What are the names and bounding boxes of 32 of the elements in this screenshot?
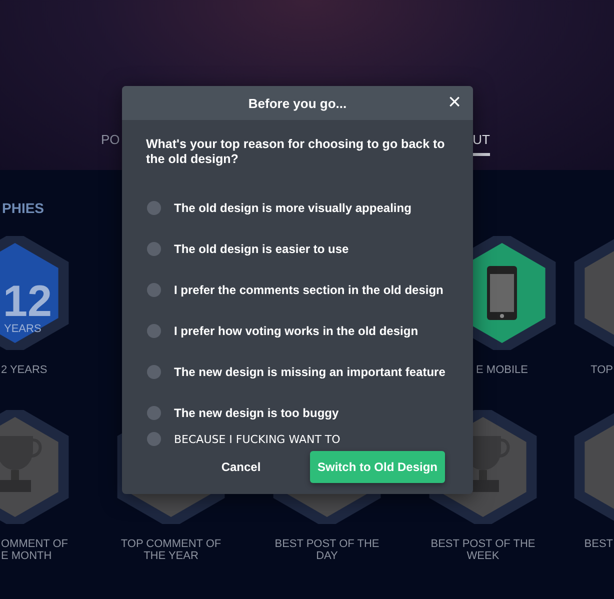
badge-label: TOP	[590, 364, 613, 376]
badge-label: E MOBILE	[476, 364, 528, 376]
badge-label: BEST POST OF THE DAY	[274, 538, 380, 562]
badge-label: OMMENT OF E MONTH	[1, 538, 68, 562]
cancel-button[interactable]: Cancel	[186, 451, 296, 483]
option-label[interactable]: BECAUSE I FUCKING WANT TO	[174, 432, 340, 446]
badge-unit: YEARS	[4, 323, 42, 335]
option-label[interactable]: I prefer how voting works in the old design	[174, 324, 418, 338]
option-label[interactable]: The new design is too buggy	[174, 406, 339, 420]
radio-button[interactable]	[147, 282, 161, 296]
section-heading: PHIES	[2, 200, 44, 216]
badge-label: BEST POST OF THE WEEK	[430, 538, 536, 562]
option-label[interactable]: I prefer the comments section in the old design	[174, 282, 444, 296]
tablet-icon	[487, 266, 517, 320]
nav-tab[interactable]: PO	[101, 132, 120, 156]
badge-label: 2 YEARS	[1, 364, 48, 376]
radio-button[interactable]	[147, 364, 161, 378]
question-text: What's your top reason for choosing to go back to the old design?	[146, 137, 446, 167]
badge-label: TOP COMMENT OF THE YEAR	[120, 538, 222, 562]
close-button[interactable]: ×	[446, 92, 463, 112]
dialog-title: Before you go...	[248, 96, 347, 110]
radio-button[interactable]	[147, 324, 161, 338]
badge-label: BEST	[584, 538, 613, 550]
option-label[interactable]: The new design is missing an important feature	[174, 364, 446, 378]
option-label[interactable]: The old design is easier to use	[174, 242, 349, 256]
radio-button[interactable]	[147, 200, 161, 214]
trophy-icon	[0, 436, 42, 492]
radio-button[interactable]	[147, 242, 161, 256]
badge-number: 12	[3, 277, 52, 326]
radio-button[interactable]	[147, 406, 161, 420]
radio-button[interactable]	[147, 432, 161, 446]
option-label[interactable]: The old design is more visually appealing	[174, 200, 412, 214]
